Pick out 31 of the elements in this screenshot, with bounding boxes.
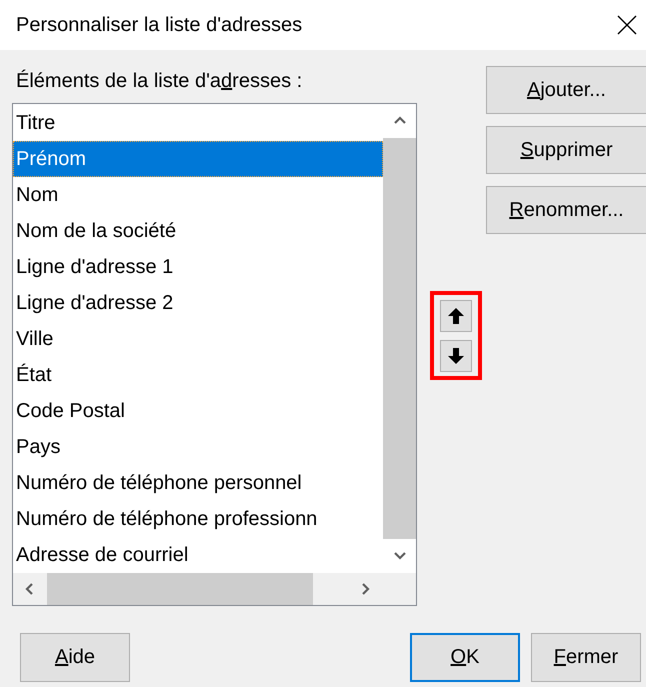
list-item[interactable]: Numéro de téléphone professionn xyxy=(13,501,383,537)
move-up-button[interactable] xyxy=(440,300,472,332)
list-item[interactable]: Ligne d'adresse 2 xyxy=(13,285,383,321)
list-item[interactable]: Ligne d'adresse 1 xyxy=(13,249,383,285)
list-item[interactable]: Code Postal xyxy=(13,393,383,429)
vertical-scrollbar[interactable] xyxy=(383,104,416,573)
list-item[interactable]: Adresse de courriel xyxy=(13,537,383,573)
list-item[interactable]: Nom de la société xyxy=(13,213,383,249)
move-down-button[interactable] xyxy=(440,340,472,372)
list-item[interactable]: Nom xyxy=(13,177,383,213)
scrollbar-corner xyxy=(383,573,416,605)
list-item[interactable]: Titre xyxy=(13,105,383,141)
list-item[interactable]: Prénom xyxy=(13,141,383,177)
side-button[interactable]: Supprimer xyxy=(486,126,646,174)
close-icon[interactable] xyxy=(616,14,638,36)
window-title: Personnaliser la liste d'adresses xyxy=(16,14,302,36)
address-list[interactable]: Titre Prénom Nom Nom de la société Ligne d'adresse 1 Ligne d'adresse 2 Ville État Code Postal Pays Numéro de téléphone personnel Numéro de téléphone professionn Adresse de courriel xyxy=(12,103,417,606)
side-button[interactable]: Renommer... xyxy=(486,186,646,234)
dialog-button[interactable]: OK xyxy=(410,633,520,682)
dialog-button[interactable]: Fermer xyxy=(531,633,641,682)
list-item[interactable]: Numéro de téléphone personnel xyxy=(13,465,383,501)
down-arrow-icon xyxy=(446,346,466,366)
list-label: Éléments de la liste d'adresses : xyxy=(16,68,304,94)
list-item[interactable]: Ville xyxy=(13,321,383,357)
up-arrow-icon xyxy=(446,306,466,326)
horizontal-scrollbar[interactable] xyxy=(13,573,383,605)
scroll-thumb[interactable] xyxy=(47,573,313,605)
dialog-button[interactable]: Aide xyxy=(20,633,130,682)
list-item[interactable]: Pays xyxy=(13,429,383,465)
list-item[interactable]: État xyxy=(13,357,383,393)
side-button[interactable]: Ajouter... xyxy=(486,66,646,114)
